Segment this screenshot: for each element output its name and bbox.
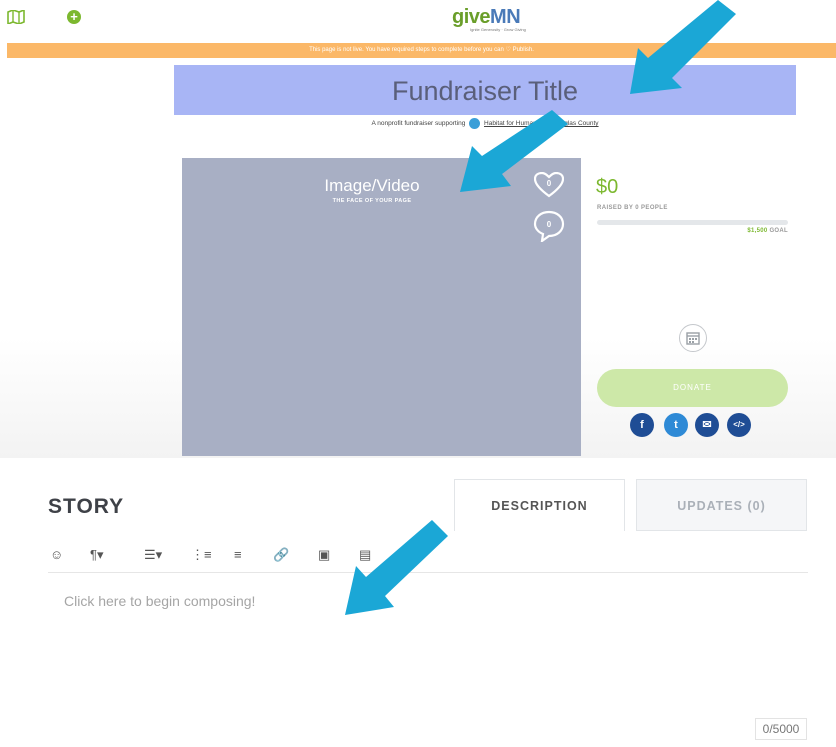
arrow-to-editor-icon [345,520,448,615]
arrow-to-title-icon [630,0,736,94]
arrow-to-media-icon [460,110,568,192]
annotation-arrows [345,0,736,615]
